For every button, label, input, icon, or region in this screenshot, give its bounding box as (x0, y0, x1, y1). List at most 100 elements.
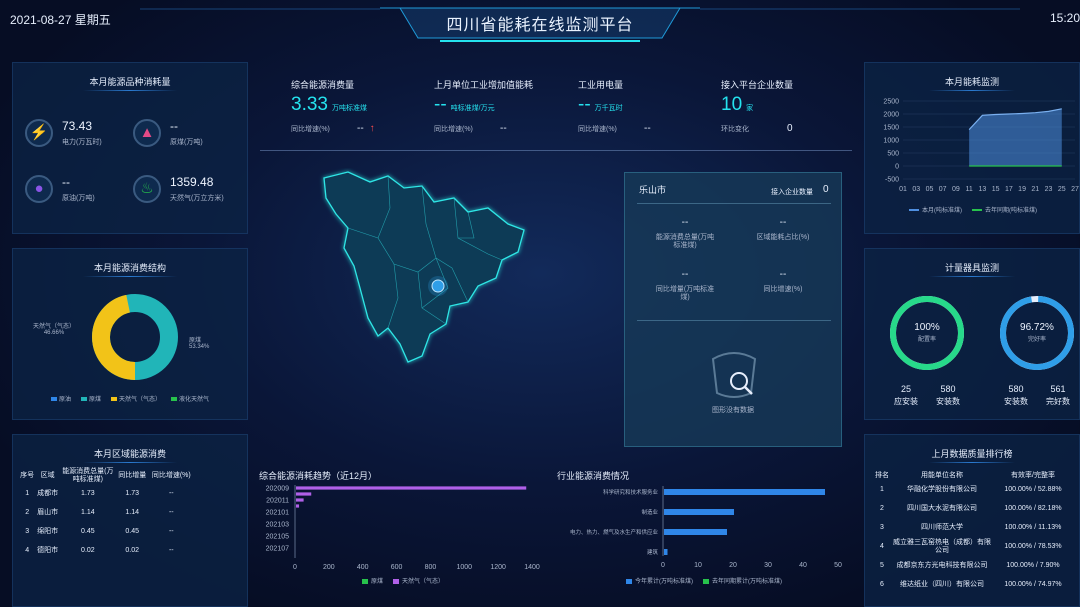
industry-bar[interactable] (664, 549, 668, 555)
table-cell: 四川国大水泥有限公司 (907, 504, 977, 512)
table-cell: 3 (25, 527, 30, 535)
legend-item[interactable]: 去年同期(吨标准煤) (972, 205, 1037, 214)
energy-monitor-panel: 本月能耗监测 2500 2000 1500 1000 500 0 -500 01 03 05 07 0… (864, 62, 1080, 234)
table-header: 用能单位名称 (921, 472, 963, 479)
legend-label: 去年同期(吨标准煤) (985, 208, 1037, 214)
legend-item[interactable]: 液化天然气 (171, 394, 209, 403)
trend-bar[interactable] (296, 498, 304, 502)
legend-swatch (703, 578, 709, 584)
table-row[interactable]: 5 成都京东方光电科技有限公司 100.00% / 7.90% (871, 556, 1075, 575)
energy-type-label: 天然气(万立方米) (170, 195, 224, 202)
legend-item[interactable]: 原油 (50, 394, 71, 403)
legend-swatch (909, 209, 919, 212)
table-row[interactable]: 1 成都市 1.73 1.73 -- (19, 484, 194, 503)
legend-swatch (362, 578, 368, 584)
trend-bar[interactable] (296, 492, 312, 496)
table-cell: 1.14 (125, 508, 140, 516)
industry-bar-chart: 0 10 20 30 40 50 科学研究和技术服务业制造业电力、热力、燃气及水生产和供应业… (570, 486, 842, 569)
y-tick-label: 202103 (266, 522, 289, 529)
company-count: 0 (823, 184, 829, 195)
sichuan-map[interactable] (318, 168, 530, 368)
y-tick-label: 2000 (883, 112, 899, 119)
x-tick-label: 40 (799, 562, 807, 569)
energy-type-item: ⚡ 73.43 电力(万瓦时) (25, 115, 135, 155)
ring-value: 100% (914, 322, 940, 333)
table-cell: 5 (880, 561, 884, 569)
ring-stat-value: 561 (1050, 384, 1066, 394)
city-metric-label: 同比增量(万吨标准煤) (655, 286, 715, 302)
x-tick-label: 50 (834, 562, 842, 569)
x-tick-label: 10 (694, 562, 702, 569)
ring-stat-label: 安装数 (1004, 397, 1028, 406)
energy-type-item: ● -- 原油(万吨) (25, 171, 135, 211)
table-header: 排名 (875, 472, 889, 479)
city-metric-label: 同比增速(%) (763, 286, 803, 293)
quality-rank-table: 排名 用能单位名称 有效率/完整率 1 华融化学股份有限公司 100.00% / 52.… (871, 472, 1075, 594)
table-row[interactable]: 4 威立雅三瓦窑热电（成都）有限公司 100.00% / 78.53% (871, 537, 1075, 556)
kpi-label: 综合能源消费量 (291, 80, 355, 90)
table-header: 同比增速(%) (151, 472, 191, 480)
table-cell: 100.00% / 82.18% (1004, 504, 1062, 512)
table-row[interactable]: 2 眉山市 1.14 1.14 -- (19, 503, 194, 522)
legend-item[interactable]: 原煤 (362, 576, 383, 585)
table-header: 序号 (20, 472, 35, 480)
table-row[interactable]: 2 四川国大水泥有限公司 100.00% / 82.18% (871, 499, 1075, 518)
kpi-unit: 吨标准煤/万元 (450, 105, 495, 112)
panel-title: 计量器具监测 (865, 261, 1079, 277)
map-marker-leshan[interactable] (431, 279, 445, 293)
industry-bar[interactable] (664, 529, 727, 535)
panel-title: 本月能源消费结构 (13, 261, 247, 277)
region-consumption-panel: 本月区域能源消费 序号 区域 能源消费总量(万吨标准煤) 同比增量 同比增速(%) 1成… (12, 434, 248, 607)
table-header: 同比增量 (118, 472, 147, 480)
legend-swatch (50, 397, 57, 402)
legend-swatch (171, 397, 178, 402)
table-cell: -- (168, 489, 174, 497)
kpi-sub-row: 同比增速(%) -- ↑ (291, 123, 421, 134)
x-tick-label: 25 (1058, 186, 1066, 193)
trend-bar[interactable] (296, 504, 300, 508)
ring-stat-label: 完好数 (1046, 397, 1070, 406)
ring-stat-label: 应安装 (894, 397, 918, 406)
y-tick-label: 0 (895, 164, 899, 171)
table-header: 区域 (40, 472, 55, 480)
industry-bar[interactable] (664, 509, 734, 515)
legend-item[interactable]: 原煤 (80, 394, 101, 403)
table-row[interactable]: 3 绵阳市 0.45 0.45 -- (19, 522, 194, 541)
table-row[interactable]: 1 华融化学股份有限公司 100.00% / 52.88% (871, 480, 1075, 499)
table-cell: 德阳市 (37, 546, 59, 554)
table-row[interactable]: 4 德阳市 0.02 0.02 -- (19, 541, 194, 560)
y-tick-label: 202107 (266, 546, 289, 553)
kpi-sub-label: 环比变化 (721, 125, 749, 133)
x-tick-label: 09 (952, 186, 960, 193)
table-row[interactable]: 3 四川师范大学 100.00% / 11.13% (871, 518, 1075, 537)
legend-item[interactable]: 今年累计(万吨标准煤) (626, 576, 693, 585)
x-tick-label: 03 (912, 186, 920, 193)
legend-item[interactable]: 本月(吨标准煤) (909, 205, 962, 214)
ring-label: 配置率 (917, 337, 936, 343)
city-metric-value: -- (779, 269, 787, 280)
panel-title: 上月数据质量排行榜 (865, 447, 1079, 463)
trend-bar[interactable] (296, 486, 527, 490)
y-tick-label: 1000 (883, 138, 899, 145)
x-tick-label: 400 (357, 564, 369, 571)
energy-structure-panel: 本月能源消费结构 天然气（气态） 46.66% 原煤 53.34% 原油 原煤 天然… (12, 248, 248, 420)
x-tick-label: 13 (978, 186, 986, 193)
table-row[interactable]: 6 维达纸业（四川）有限公司 100.00% / 74.97% (871, 575, 1075, 594)
legend-item[interactable]: 天然气（气态） (393, 576, 444, 585)
legend-item[interactable]: 天然气（气态） (111, 394, 161, 403)
city-metric-value: -- (681, 269, 689, 280)
city-metric-label: 能源消费总量(万吨标准煤) (655, 234, 715, 250)
industry-bar[interactable] (664, 489, 825, 495)
kpi-sub-label: 同比增速(%) (291, 125, 330, 133)
kpi-sub-value: -- (357, 123, 364, 134)
table-cell: -- (168, 527, 174, 535)
kpi-value: -- (578, 94, 591, 115)
x-tick-label: 21 (1031, 186, 1039, 193)
legend-label: 原油 (58, 397, 71, 403)
energy-type-item: ▲ -- 原煤(万吨) (133, 115, 243, 155)
table-cell: 100.00% / 78.53% (1004, 542, 1062, 550)
legend-item[interactable]: 去年同期累计(万吨标准煤) (703, 576, 782, 585)
ring-stat-label: 安装数 (936, 397, 960, 406)
legend-label: 今年累计(万吨标准煤) (635, 579, 693, 585)
table-cell: -- (168, 508, 174, 516)
